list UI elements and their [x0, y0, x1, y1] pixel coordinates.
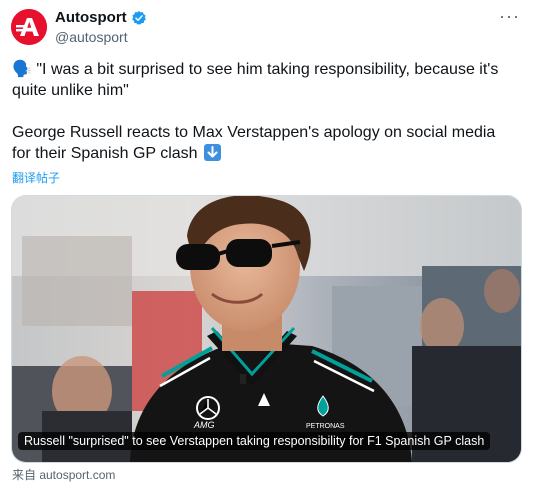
- link-preview-card[interactable]: AMG PETRONAS Russell "surprised" to see …: [11, 195, 522, 463]
- article-photo: AMG PETRONAS: [12, 196, 521, 462]
- autosport-logo-icon: [11, 9, 47, 45]
- author-name-row: Autosport: [55, 9, 147, 26]
- display-name[interactable]: Autosport: [55, 9, 127, 26]
- amg-label: AMG: [193, 420, 215, 430]
- author-handle[interactable]: @autosport: [55, 29, 128, 45]
- more-options-icon[interactable]: ···: [499, 7, 520, 25]
- down-arrow-icon: [204, 144, 222, 161]
- avatar[interactable]: [11, 9, 47, 45]
- petronas-label: PETRONAS: [306, 423, 345, 430]
- card-caption: Russell "surprised" to see Verstappen ta…: [18, 432, 491, 450]
- verified-badge-icon: [131, 10, 146, 25]
- body-text: George Russell reacts to Max Verstappen'…: [12, 124, 496, 162]
- body-line: George Russell reacts to Max Verstappen'…: [12, 122, 517, 164]
- quote-line: 🗣️ "I was a bit surprised to see him tak…: [12, 61, 499, 99]
- translate-post-link[interactable]: 翻译帖子: [12, 169, 60, 186]
- tweet-text: 🗣️ "I was a bit surprised to see him tak…: [12, 59, 517, 164]
- card-source[interactable]: 来自 autosport.com: [12, 466, 115, 483]
